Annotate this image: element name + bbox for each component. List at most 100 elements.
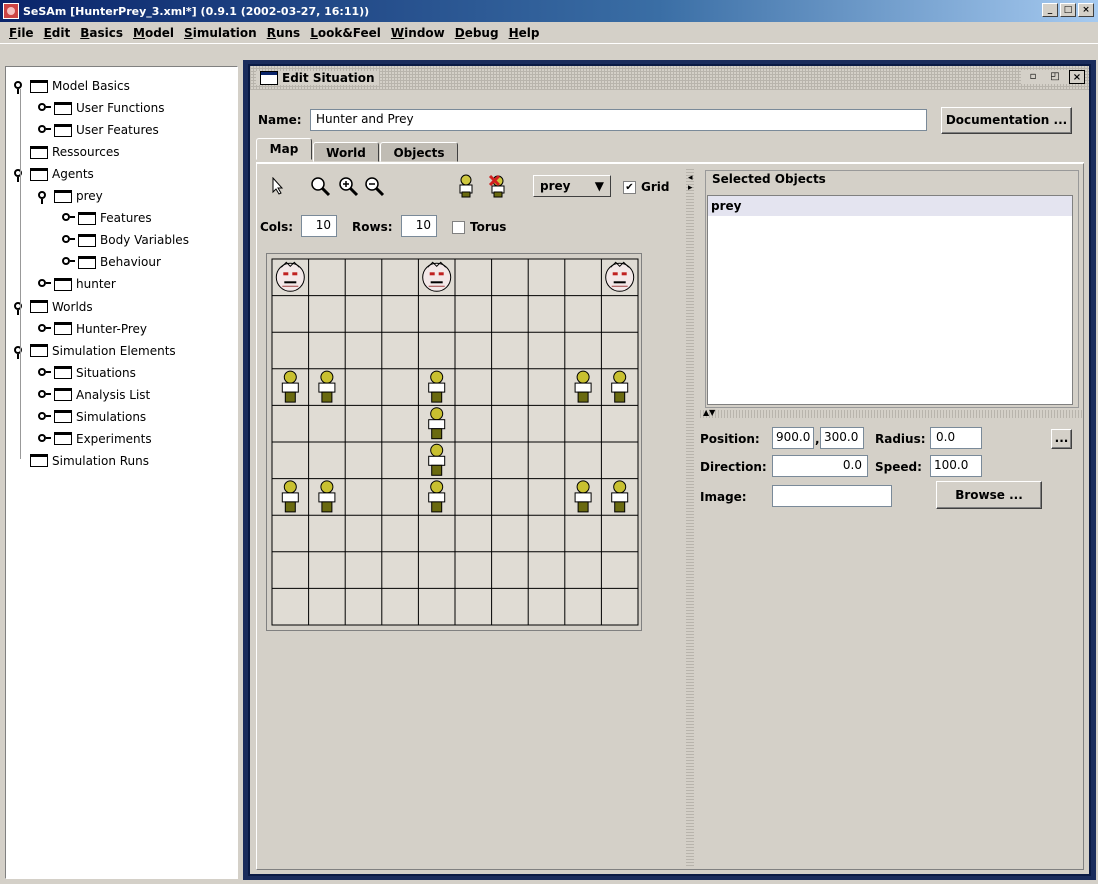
tree-item[interactable]: Body Variables — [62, 229, 189, 251]
tab-map[interactable]: Map — [256, 138, 312, 160]
cols-input[interactable]: 10 — [301, 215, 337, 237]
list-item[interactable]: prey — [708, 196, 1072, 216]
menu-runs[interactable]: Runs — [262, 26, 305, 40]
split-arrows-icon[interactable]: ◂ ▸ — [688, 173, 693, 193]
menu-look-and-feel[interactable]: Look&Feel — [305, 26, 386, 40]
tree-collapsed-icon[interactable] — [38, 411, 51, 423]
frame-restore-icon[interactable]: ◰ — [1047, 70, 1063, 84]
tree-item[interactable]: Behaviour — [62, 251, 161, 273]
zoom-out-icon[interactable] — [360, 172, 388, 200]
tree-collapsed-icon[interactable] — [38, 389, 51, 401]
speed-label: Speed: — [875, 460, 922, 474]
folder-icon — [30, 300, 48, 313]
position-label: Position: — [700, 432, 760, 446]
speed-input[interactable]: 100.0 — [930, 455, 982, 477]
menu-edit[interactable]: Edit — [39, 26, 76, 40]
frame-close-icon[interactable]: × — [1069, 70, 1085, 84]
close-button[interactable]: × — [1078, 3, 1094, 17]
add-agent-icon[interactable] — [452, 172, 480, 200]
position-y-input[interactable]: 300.0 — [820, 427, 864, 449]
documentation-button[interactable]: Documentation ... — [941, 107, 1072, 134]
name-input[interactable]: Hunter and Prey — [310, 109, 927, 131]
menu-basics[interactable]: Basics — [75, 26, 128, 40]
tree-collapsed-icon[interactable] — [38, 323, 51, 335]
zoom-in-icon[interactable] — [334, 172, 362, 200]
folder-icon — [30, 145, 48, 159]
frame-minimize-icon[interactable]: ▫ — [1025, 70, 1041, 84]
tree-collapsed-icon[interactable] — [38, 433, 51, 445]
situation-grid[interactable] — [267, 254, 643, 632]
rows-input[interactable]: 10 — [401, 215, 437, 237]
tree-item-label: Hunter-Prey — [76, 321, 147, 336]
grid-checkbox[interactable]: ✔ — [623, 181, 636, 194]
menu-window[interactable]: Window — [386, 26, 450, 40]
tree-item[interactable]: User Functions — [38, 97, 164, 119]
hunter-agent-icon[interactable] — [605, 261, 635, 292]
zoom-icon[interactable] — [306, 172, 334, 200]
tree-collapsed-icon[interactable] — [62, 234, 75, 246]
hunter-agent-icon[interactable] — [422, 261, 452, 292]
browse-button[interactable]: Browse ... — [936, 481, 1042, 509]
menu-model[interactable]: Model — [128, 26, 179, 40]
split-up-down-icon[interactable]: ▲▼ — [703, 408, 715, 417]
map-canvas[interactable] — [266, 253, 642, 631]
tree-item[interactable]: Analysis List — [38, 384, 150, 406]
tree-item-label: Body Variables — [100, 233, 189, 248]
tree-collapsed-icon[interactable] — [38, 367, 51, 379]
tree-item[interactable]: hunter — [38, 273, 116, 295]
hunter-agent-icon[interactable] — [275, 261, 305, 292]
tab-world[interactable]: World — [313, 142, 379, 162]
tree-item-label: Features — [100, 211, 152, 226]
cols-label: Cols: — [260, 220, 294, 234]
tree-item[interactable]: Experiments — [38, 428, 152, 450]
folder-icon — [78, 211, 96, 225]
tab-objects[interactable]: Objects — [380, 142, 458, 162]
tree-item[interactable]: Simulation Runs — [14, 450, 149, 472]
tree-collapsed-icon[interactable] — [38, 102, 51, 114]
minimize-button[interactable]: _ — [1042, 3, 1058, 17]
menu-simulation[interactable]: Simulation — [179, 26, 262, 40]
tree-collapsed-icon[interactable] — [62, 256, 75, 268]
radius-input[interactable]: 0.0 — [930, 427, 982, 449]
tree-item[interactable]: Ressources — [14, 141, 120, 163]
menu-file[interactable]: File — [4, 26, 39, 40]
tree-collapsed-icon[interactable] — [62, 212, 75, 224]
split-divider[interactable] — [686, 168, 694, 866]
tree-item[interactable]: User Features — [38, 119, 159, 141]
maximize-button[interactable]: □ — [1060, 3, 1076, 17]
tree-item[interactable]: Hunter-Prey — [38, 318, 147, 340]
tree-item[interactable]: Worlds — [14, 296, 93, 318]
tree-expanded-icon[interactable] — [38, 190, 50, 205]
tree-item-label: prey — [76, 189, 103, 204]
tree-item[interactable]: prey — [38, 185, 103, 207]
chevron-down-icon: ▼ — [594, 179, 604, 193]
tree-item-label: Behaviour — [100, 255, 161, 270]
tree-item[interactable]: Model Basics — [14, 75, 130, 97]
agent-type-value: prey — [540, 179, 571, 193]
select-arrow-icon[interactable] — [264, 172, 292, 200]
position-x-input[interactable]: 900.0 — [772, 427, 814, 449]
tree-item-label: Ressources — [52, 145, 120, 160]
direction-input[interactable]: 0.0 — [772, 455, 868, 477]
image-input[interactable] — [772, 485, 892, 507]
menu-help[interactable]: Help — [504, 26, 545, 40]
tree-collapsed-icon[interactable] — [38, 278, 51, 290]
horizontal-split-divider[interactable] — [700, 410, 1084, 418]
more-options-button[interactable]: ... — [1051, 429, 1072, 449]
tree-item[interactable]: Features — [62, 207, 152, 229]
app-icon — [3, 3, 19, 19]
tree-item[interactable]: Simulation Elements — [14, 340, 176, 362]
selected-objects-list[interactable]: prey — [707, 195, 1073, 405]
folder-icon — [54, 388, 72, 402]
menu-debug[interactable]: Debug — [450, 26, 504, 40]
folder-icon — [30, 344, 48, 358]
delete-agent-icon[interactable] — [484, 172, 512, 200]
torus-checkbox[interactable] — [452, 221, 465, 234]
tree-item[interactable]: Agents — [14, 163, 94, 185]
agent-type-select[interactable]: prey ▼ — [533, 175, 611, 197]
tree-collapsed-icon[interactable] — [38, 124, 51, 136]
tree-item[interactable]: Situations — [38, 362, 136, 384]
position-comma: , — [815, 432, 820, 446]
frame-window-icon — [260, 71, 278, 85]
tree-item[interactable]: Simulations — [38, 406, 146, 428]
